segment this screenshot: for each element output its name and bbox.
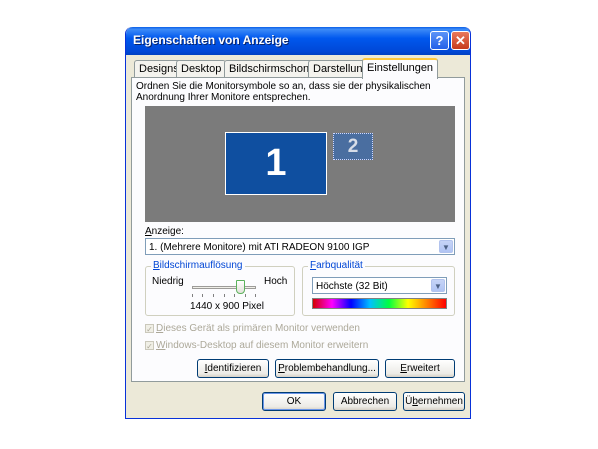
resolution-value: 1440 x 900 Pixel bbox=[190, 301, 264, 312]
window-title: Eigenschaften von Anzeige bbox=[133, 33, 289, 47]
slider-ticks bbox=[192, 294, 256, 297]
primary-monitor-checkbox[interactable]: ✓ Dieses Gerät als primären Monitor verwe… bbox=[145, 323, 360, 334]
chevron-down-icon[interactable]: ▼ bbox=[431, 279, 445, 292]
display-select[interactable]: 1. (Mehrere Monitore) mit ATI RADEON 910… bbox=[145, 238, 455, 255]
help-icon: ? bbox=[435, 33, 444, 48]
display-select-value: 1. (Mehrere Monitore) mit ATI RADEON 910… bbox=[149, 242, 370, 253]
close-button[interactable]: ✕ bbox=[451, 31, 470, 50]
color-quality-value: Höchste (32 Bit) bbox=[316, 281, 388, 292]
monitor-1-icon[interactable]: 1 bbox=[225, 132, 327, 195]
resolution-group-label: Bildschirmauflösung bbox=[151, 260, 245, 271]
troubleshoot-button[interactable]: Problembehandlung... bbox=[275, 359, 379, 378]
tab-desktop[interactable]: Desktop bbox=[176, 60, 227, 77]
resolution-slider[interactable] bbox=[192, 286, 256, 289]
cancel-button[interactable]: Abbrechen bbox=[333, 392, 397, 411]
check-icon: ✓ bbox=[145, 323, 154, 334]
check-icon: ✓ bbox=[145, 340, 154, 351]
help-button[interactable]: ? bbox=[430, 31, 449, 50]
apply-button[interactable]: Übernehmen bbox=[403, 392, 465, 411]
display-label: Anzeige: bbox=[145, 226, 184, 237]
tab-settings[interactable]: Einstellungen bbox=[362, 58, 439, 79]
arrangement-description: Ordnen Sie die Monitorsymbole so an, das… bbox=[136, 81, 431, 103]
close-icon: ✕ bbox=[455, 33, 466, 48]
monitor-2-icon[interactable]: 2 bbox=[333, 133, 373, 160]
extend-desktop-checkbox[interactable]: ✓ Windows-Desktop auf diesem Monitor erwe… bbox=[145, 340, 368, 351]
color-quality-select[interactable]: Höchste (32 Bit) ▼ bbox=[312, 277, 447, 294]
display-properties-dialog: Eigenschaften von Anzeige ? ✕ Designs De… bbox=[125, 27, 471, 419]
resolution-slider-thumb[interactable] bbox=[236, 280, 245, 294]
ok-button[interactable]: OK bbox=[262, 392, 326, 411]
title-bar[interactable]: Eigenschaften von Anzeige ? ✕ bbox=[126, 27, 470, 55]
color-spectrum-bar bbox=[312, 298, 447, 309]
identify-button[interactable]: Identifizieren bbox=[197, 359, 269, 378]
monitor-arrangement-area: 1 2 bbox=[145, 106, 455, 222]
resolution-high-label: Hoch bbox=[264, 276, 288, 287]
settings-panel: Ordnen Sie die Monitorsymbole so an, das… bbox=[131, 77, 465, 382]
color-quality-group-label: Farbqualität bbox=[308, 260, 365, 271]
resolution-low-label: Niedrig bbox=[152, 276, 184, 287]
chevron-down-icon[interactable]: ▼ bbox=[439, 240, 453, 253]
advanced-button[interactable]: Erweitert bbox=[385, 359, 455, 378]
